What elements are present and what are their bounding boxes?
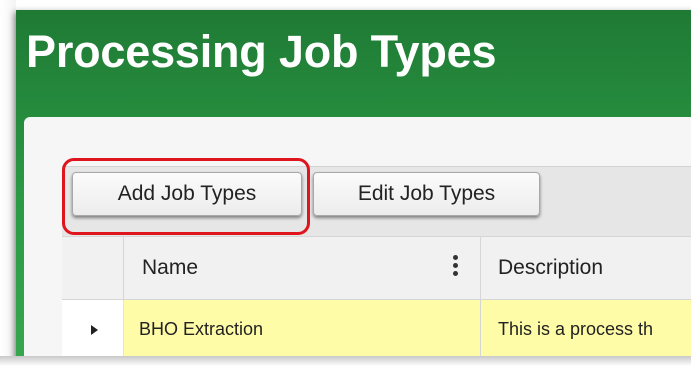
column-header-description-label: Description bbox=[498, 256, 604, 279]
left-margin bbox=[0, 0, 16, 366]
column-header-description[interactable]: Description bbox=[481, 236, 691, 300]
table-row-name-cell[interactable]: BHO Extraction bbox=[124, 300, 481, 360]
screenshot-frame: Processing Job Types Add Job Types Edit … bbox=[0, 0, 691, 366]
grid-header-expander-cell bbox=[62, 236, 124, 300]
table-row-description: This is a process th bbox=[498, 319, 654, 339]
table-row-description-cell[interactable]: This is a process th bbox=[481, 300, 691, 360]
column-header-name-label: Name bbox=[142, 256, 199, 279]
triangle-right-icon[interactable] bbox=[91, 324, 98, 335]
table-row-name: BHO Extraction bbox=[139, 319, 264, 339]
highlight-annotation bbox=[62, 158, 310, 235]
column-header-name[interactable]: Name bbox=[124, 236, 481, 300]
row-expander-cell[interactable] bbox=[62, 300, 124, 360]
page-title: Processing Job Types bbox=[26, 26, 497, 77]
edit-job-types-button[interactable]: Edit Job Types bbox=[313, 172, 540, 216]
bottom-shadow bbox=[0, 356, 691, 366]
kebab-icon[interactable] bbox=[452, 255, 458, 281]
